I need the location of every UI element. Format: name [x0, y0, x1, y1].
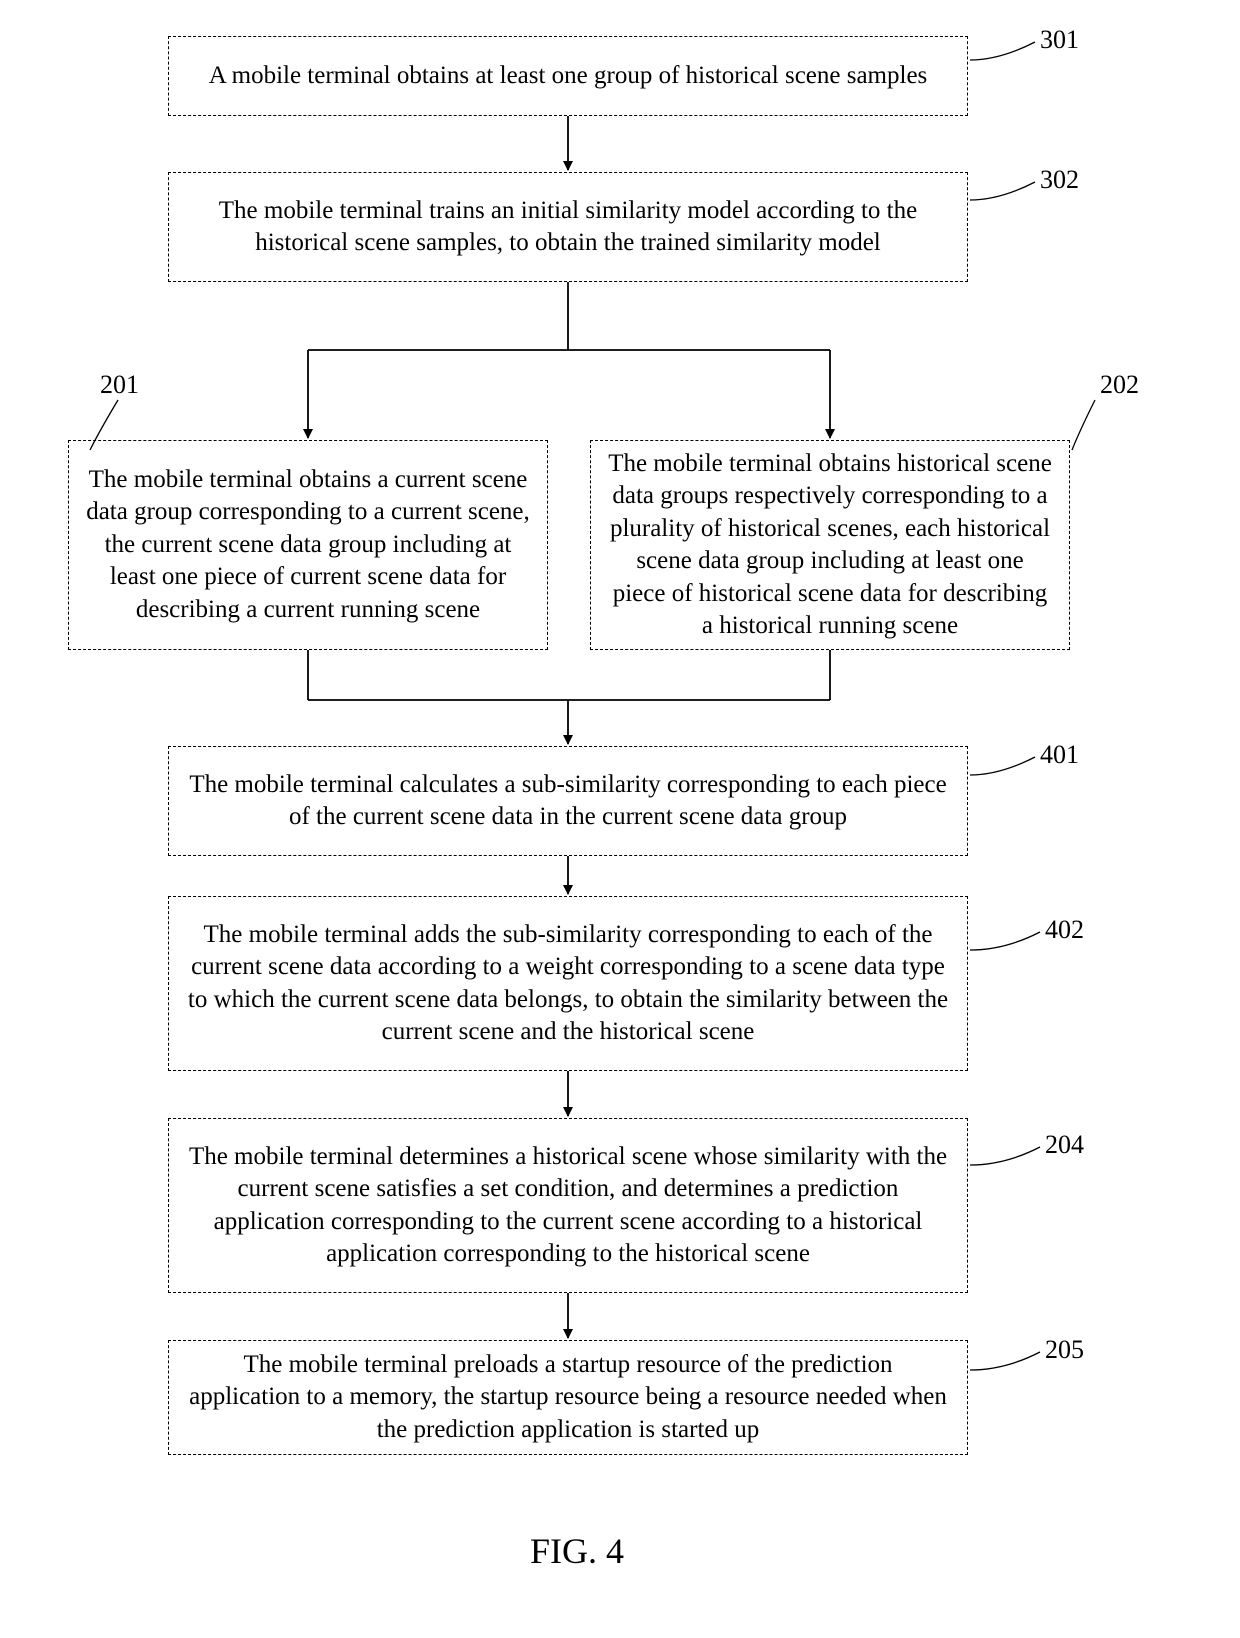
ref-label-205: 205	[1045, 1335, 1084, 1365]
flow-node-text: The mobile terminal calculates a sub-sim…	[185, 769, 951, 834]
ref-label-204: 204	[1045, 1130, 1084, 1160]
figure-caption: FIG. 4	[530, 1530, 624, 1572]
flow-node-301: A mobile terminal obtains at least one g…	[168, 36, 968, 116]
ref-label-202: 202	[1100, 370, 1139, 400]
flow-node-205: The mobile terminal preloads a startup r…	[168, 1340, 968, 1455]
flow-node-text: The mobile terminal determines a histori…	[185, 1141, 951, 1271]
flow-node-201: The mobile terminal obtains a current sc…	[68, 440, 548, 650]
ref-label-302: 302	[1040, 165, 1079, 195]
flow-node-text: The mobile terminal trains an initial si…	[185, 195, 951, 260]
ref-label-401: 401	[1040, 740, 1079, 770]
flow-node-402: The mobile terminal adds the sub-similar…	[168, 896, 968, 1071]
flow-node-text: A mobile terminal obtains at least one g…	[209, 60, 928, 93]
ref-label-402: 402	[1045, 915, 1084, 945]
flow-node-text: The mobile terminal preloads a startup r…	[185, 1349, 951, 1447]
flow-node-401: The mobile terminal calculates a sub-sim…	[168, 746, 968, 856]
flow-node-text: The mobile terminal obtains historical s…	[607, 448, 1053, 643]
ref-label-301: 301	[1040, 25, 1079, 55]
ref-label-201: 201	[100, 370, 139, 400]
flow-node-202: The mobile terminal obtains historical s…	[590, 440, 1070, 650]
flow-node-text: The mobile terminal obtains a current sc…	[85, 464, 531, 627]
flow-node-text: The mobile terminal adds the sub-similar…	[185, 919, 951, 1049]
flow-node-302: The mobile terminal trains an initial si…	[168, 172, 968, 282]
flow-node-204: The mobile terminal determines a histori…	[168, 1118, 968, 1293]
